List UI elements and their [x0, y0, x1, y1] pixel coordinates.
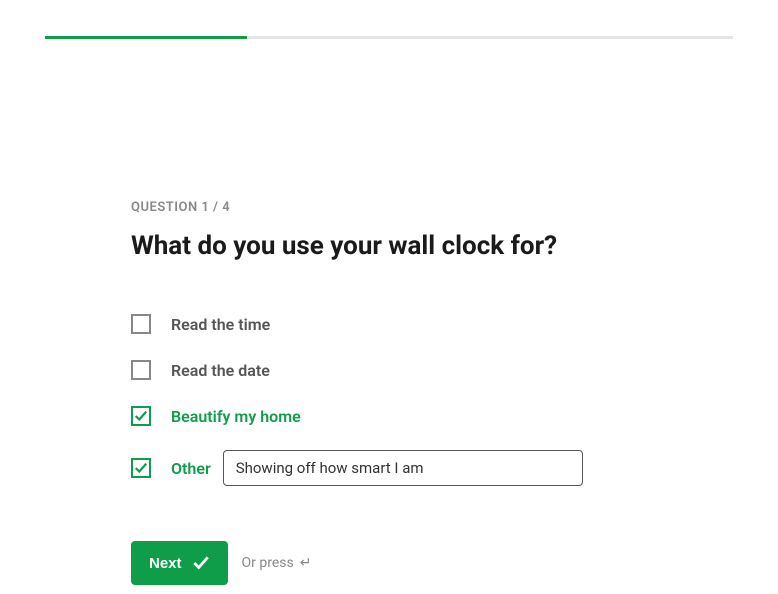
- progress-bar: [45, 36, 247, 39]
- checkbox-beautify[interactable]: [131, 406, 151, 426]
- next-button[interactable]: Next: [131, 541, 228, 585]
- checkbox-read-date[interactable]: [131, 360, 151, 380]
- option-row-other[interactable]: Other: [131, 450, 651, 486]
- option-label-read-time: Read the time: [171, 315, 270, 334]
- progress-track: [45, 36, 733, 39]
- question-meta: QUESTION 1 / 4: [131, 200, 651, 215]
- next-button-label: Next: [149, 555, 182, 572]
- checkbox-read-time[interactable]: [131, 314, 151, 334]
- option-row-read-date[interactable]: Read the date: [131, 358, 651, 382]
- checkbox-other[interactable]: [131, 458, 151, 478]
- other-input[interactable]: [223, 450, 583, 486]
- or-press-label: Or press: [242, 555, 294, 571]
- option-label-beautify: Beautify my home: [171, 407, 301, 426]
- option-label-other: Other: [171, 459, 211, 478]
- check-icon: [192, 554, 210, 572]
- or-press-hint: Or press ↵: [242, 555, 312, 571]
- enter-icon: ↵: [300, 555, 312, 571]
- check-icon: [134, 409, 148, 423]
- option-row-read-time[interactable]: Read the time: [131, 312, 651, 336]
- question-title: What do you use your wall clock for?: [131, 231, 651, 262]
- option-label-read-date: Read the date: [171, 361, 270, 380]
- option-row-beautify[interactable]: Beautify my home: [131, 404, 651, 428]
- check-icon: [134, 461, 148, 475]
